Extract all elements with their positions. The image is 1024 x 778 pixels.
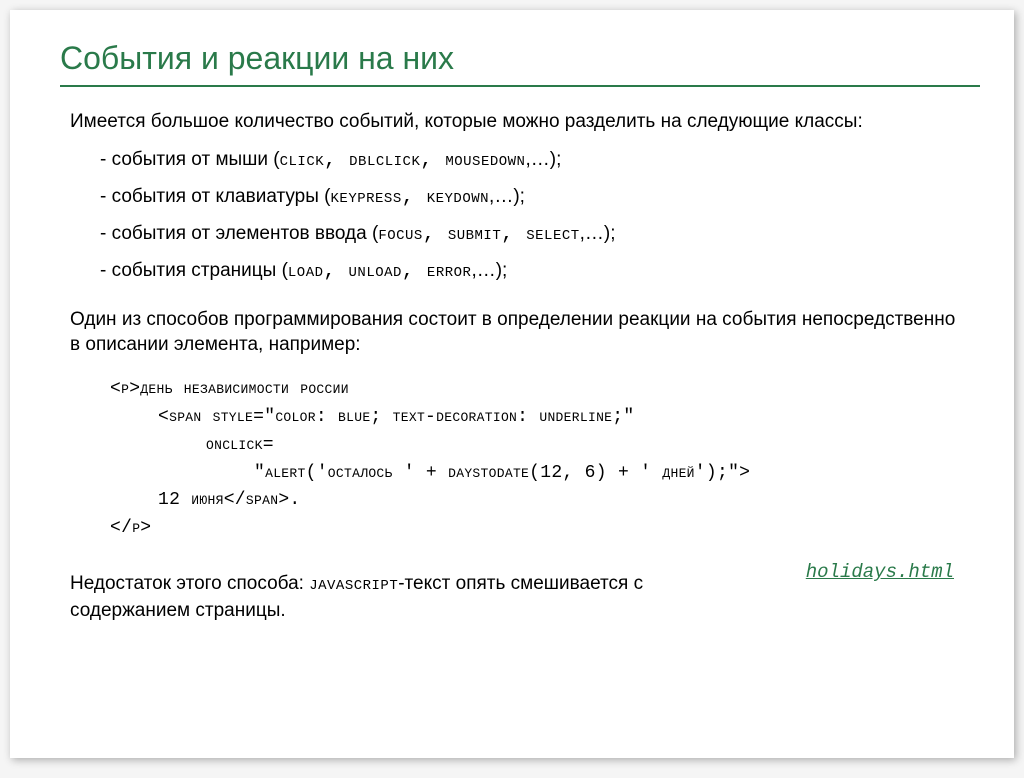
event-mouse-list: click, dblclick, mousedown	[280, 149, 526, 172]
code-line-1: <p>День независимости России	[110, 376, 964, 404]
event-keyboard-list: keypress, keydown	[331, 186, 490, 209]
event-page-suffix: ,…);	[471, 260, 507, 281]
event-page-prefix: - события страницы (	[100, 260, 288, 281]
event-keyboard-prefix: - события от клавиатуры (	[100, 186, 331, 207]
slide-title: События и реакции на них	[60, 40, 964, 77]
slide-container: События и реакции на них Имеется большое…	[10, 10, 1014, 758]
title-rule	[60, 85, 980, 87]
event-categories: - события от мыши (click, dblclick, mous…	[100, 147, 964, 285]
event-page: - события страницы (load, unload, error,…	[100, 258, 964, 285]
code-example: <p>День независимости России <span style…	[110, 376, 964, 543]
event-keyboard-suffix: ,…);	[489, 186, 525, 207]
event-keyboard: - события от клавиатуры (keypress, keydo…	[100, 184, 964, 211]
drawback-mono: javascript	[309, 573, 398, 596]
event-mouse: - события от мыши (click, dblclick, mous…	[100, 147, 964, 174]
code-line-3: onclick=	[206, 432, 964, 460]
event-page-list: load, unload, error	[288, 260, 472, 283]
code-line-2: <span style="color: blue; text-decoratio…	[158, 404, 964, 432]
code-line-5: 12 июня</span>.	[158, 487, 964, 515]
event-input-suffix: ,…);	[580, 223, 616, 244]
event-input-prefix: - события от элементов ввода (	[100, 223, 378, 244]
event-mouse-prefix: - события от мыши (	[100, 149, 280, 170]
event-mouse-suffix: ,…);	[525, 149, 561, 170]
intro-paragraph: Имеется большое количество событий, кото…	[70, 109, 964, 135]
holidays-link[interactable]: holidays.html	[806, 561, 954, 583]
drawback-paragraph: Недостаток этого способа: javascript-тек…	[70, 571, 690, 624]
code-line-6: </p>	[110, 515, 964, 543]
event-input: - события от элементов ввода (focus, sub…	[100, 221, 964, 248]
code-line-4: "alert('Осталось ' + daysToDate(12, 6) +…	[254, 460, 964, 488]
event-input-list: focus, submit, select	[378, 223, 579, 246]
method-paragraph: Один из способов программирования состои…	[70, 307, 964, 358]
footer-row: Недостаток этого способа: javascript-тек…	[70, 571, 964, 624]
drawback-p1: Недостаток этого способа:	[70, 573, 309, 594]
